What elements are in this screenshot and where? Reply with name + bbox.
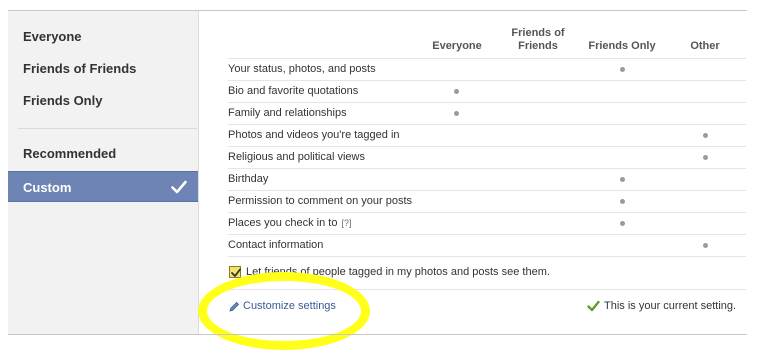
sidebar-item-friends-only[interactable]: Friends Only (8, 86, 198, 116)
table-row: Your status, photos, and posts (228, 58, 746, 80)
bottom-divider (8, 334, 747, 335)
privacy-sidebar: Everyone Friends of Friends Friends Only… (8, 11, 199, 334)
row-label: Your status, photos, and posts (228, 63, 376, 75)
row-label: Family and relationships (228, 107, 347, 119)
tag-visibility-checkbox[interactable] (229, 266, 241, 278)
table-row: Family and relationships (228, 102, 746, 124)
row-label: Permission to comment on your posts (228, 195, 413, 207)
sidebar-item-label: Recommended (23, 146, 117, 161)
setting-dot (620, 67, 625, 72)
sidebar-item-label: Friends Only (23, 93, 103, 108)
row-label-text: Places you check in to (228, 217, 338, 229)
column-header-friends-of-friends: Friends of Friends (511, 27, 565, 52)
setting-dot (703, 155, 708, 160)
table-row: Permission to comment on your posts (228, 190, 746, 212)
setting-dot (620, 199, 625, 204)
setting-dot (454, 89, 459, 94)
row-label: Bio and favorite quotations (228, 85, 359, 97)
setting-dot (620, 221, 625, 226)
sidebar-item-everyone[interactable]: Everyone (8, 22, 198, 52)
column-header-other: Other (690, 40, 720, 52)
column-header-everyone: Everyone (432, 40, 482, 52)
row-label: Birthday (228, 173, 269, 185)
sidebar-item-label: Custom (23, 180, 72, 195)
table-row: Birthday (228, 168, 746, 190)
current-setting-label: This is your current setting. (604, 300, 737, 312)
customize-settings-label: Customize settings (243, 300, 336, 312)
help-link[interactable]: [?] (341, 218, 351, 228)
table-divider (228, 256, 746, 257)
table-row: Bio and favorite quotations (228, 80, 746, 102)
check-icon (171, 180, 187, 194)
sidebar-item-label: Friends of Friends (23, 61, 137, 76)
setting-dot (703, 133, 708, 138)
sidebar-item-label: Everyone (23, 29, 82, 44)
row-label: Photos and videos you're tagged in (228, 129, 400, 141)
row-label: Places you check in to [?] (228, 217, 351, 229)
table-row: Places you check in to [?] (228, 212, 746, 234)
table-row: Photos and videos you're tagged in (228, 124, 746, 146)
check-icon (587, 300, 600, 312)
row-label: Religious and political views (228, 151, 365, 163)
column-header-friends-only: Friends Only (588, 40, 656, 52)
sidebar-divider (18, 128, 197, 129)
sidebar-item-recommended[interactable]: Recommended (8, 139, 198, 169)
setting-dot (620, 177, 625, 182)
setting-dot (703, 243, 708, 248)
sidebar-item-custom[interactable]: Custom (8, 171, 198, 202)
table-row: Religious and political views (228, 146, 746, 168)
table-row: Contact information (228, 234, 746, 256)
pencil-icon (229, 301, 240, 312)
sidebar-item-friends-of-friends[interactable]: Friends of Friends (8, 54, 198, 84)
row-label: Contact information (228, 239, 324, 251)
setting-dot (454, 111, 459, 116)
